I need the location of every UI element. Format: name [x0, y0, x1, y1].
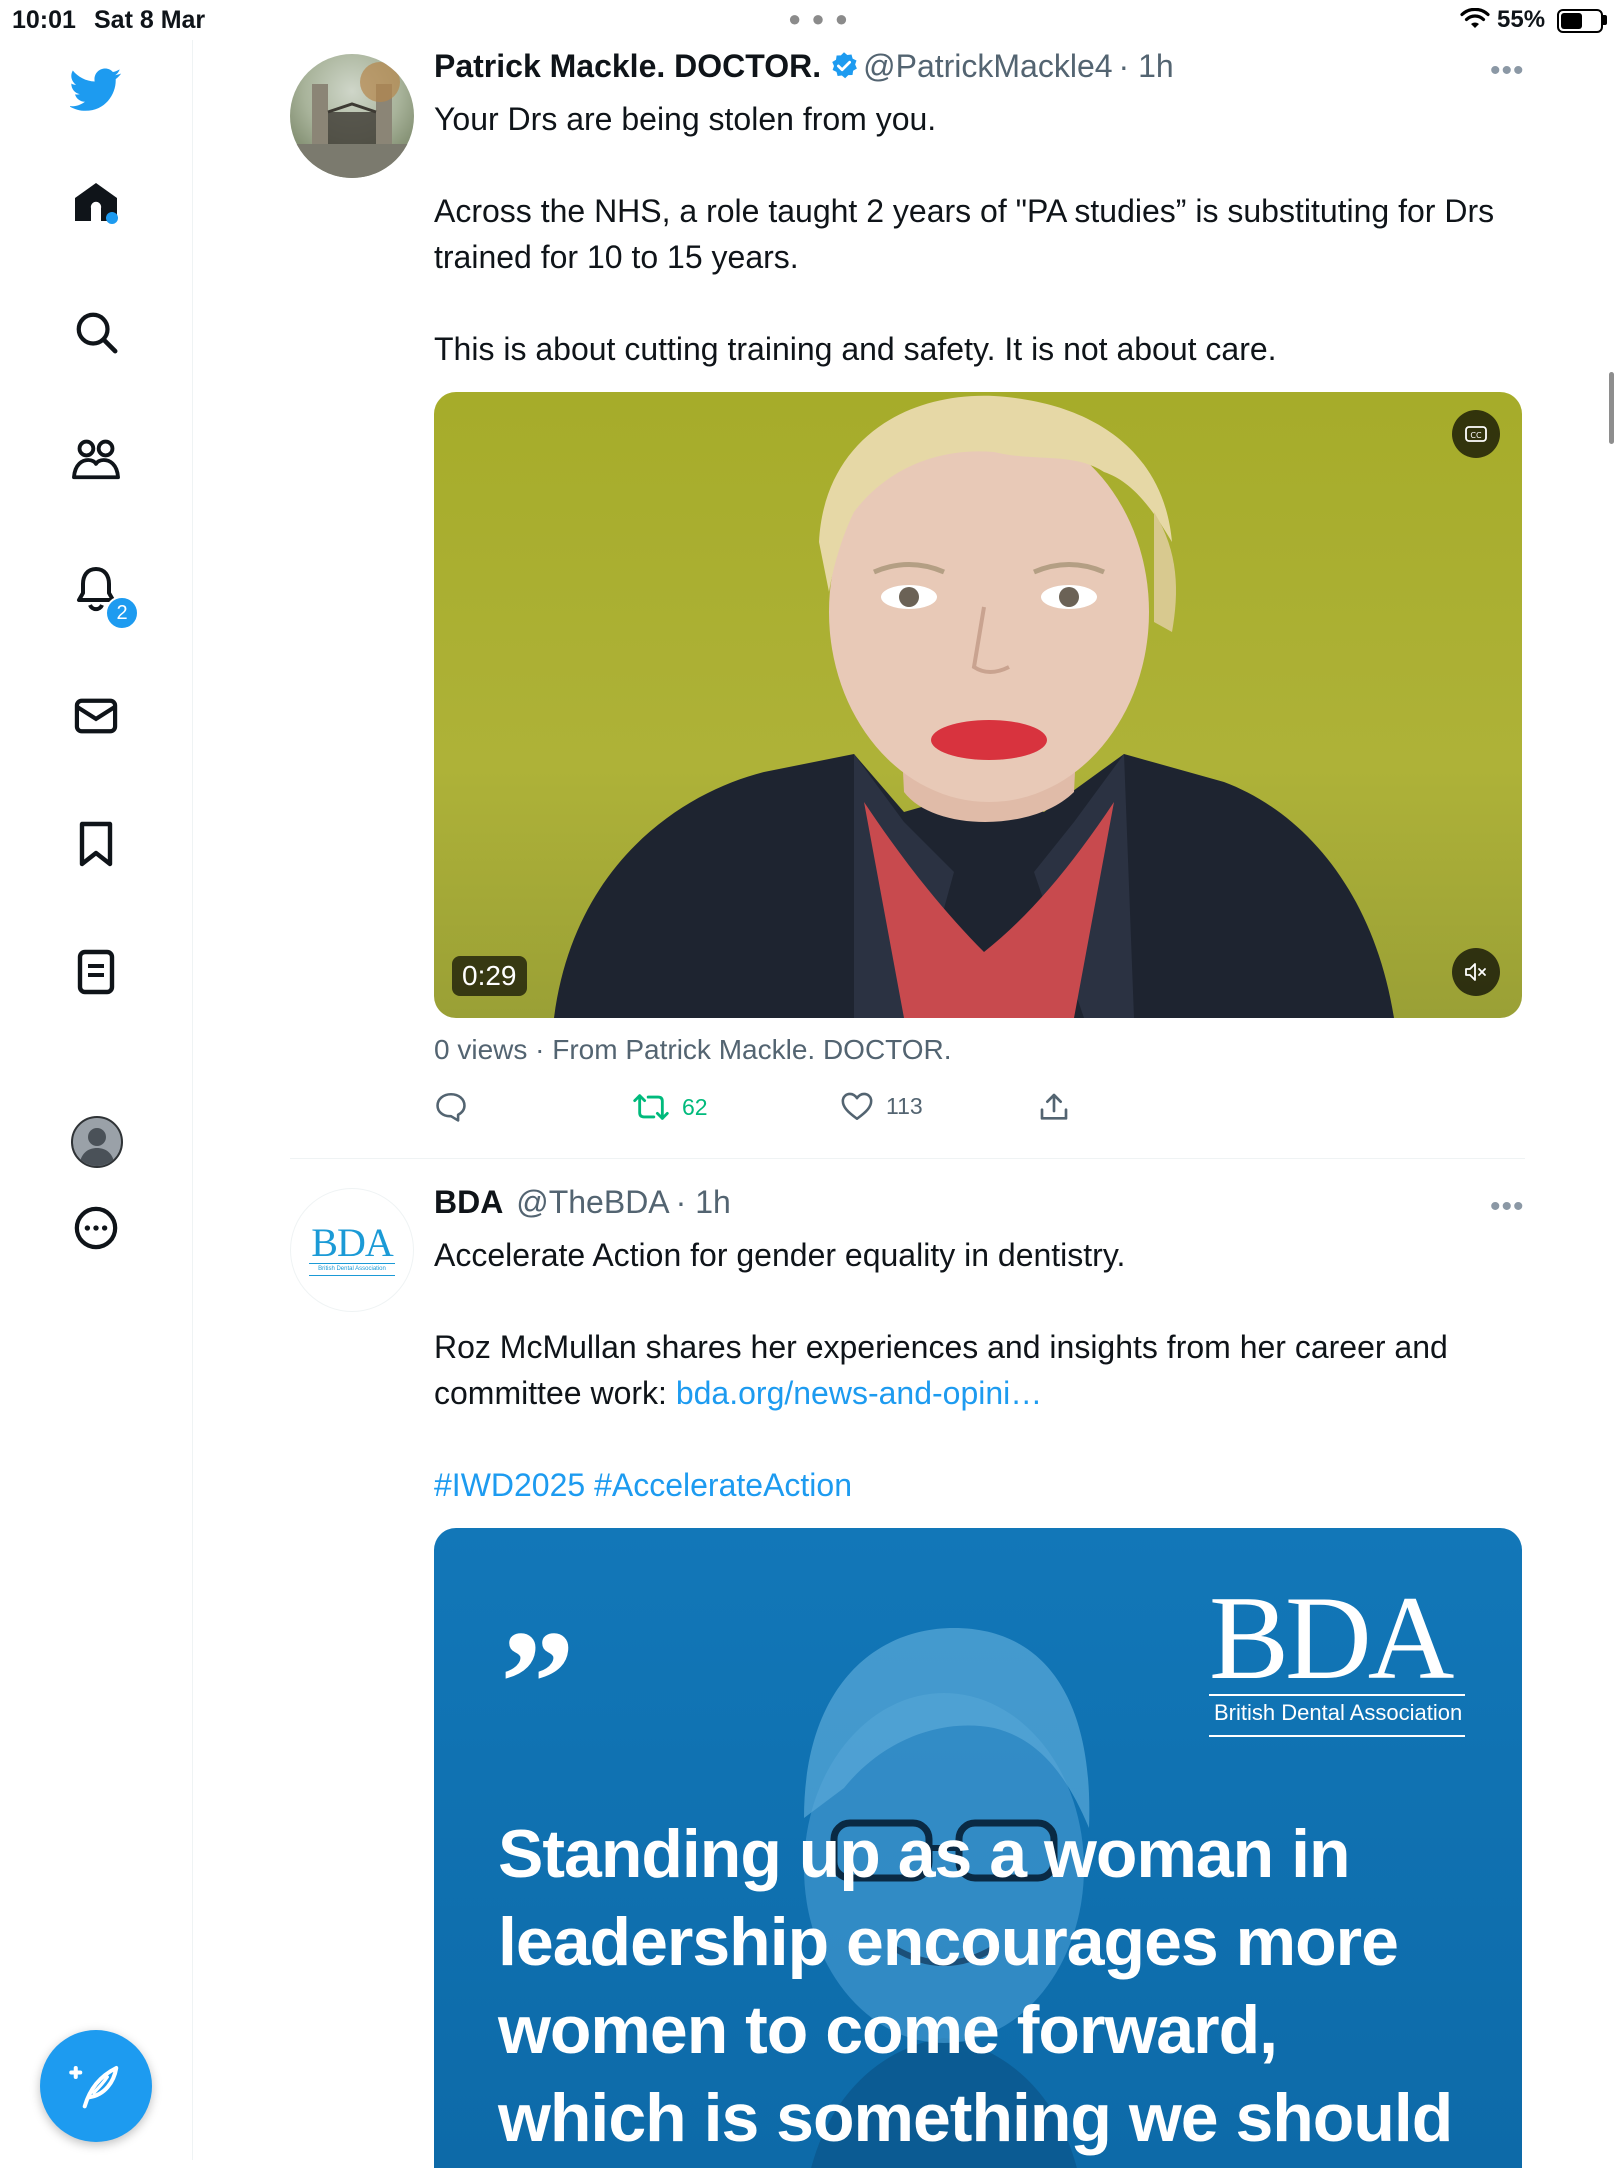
- battery-percent: 55%: [1497, 6, 1546, 33]
- communities-icon[interactable]: [66, 430, 126, 490]
- status-time: 10:01: [12, 6, 76, 34]
- like-button[interactable]: 113: [840, 1090, 923, 1122]
- tweet-link[interactable]: bda.org/news-and-opini…: [676, 1375, 1042, 1411]
- status-date: Sat 8 Mar: [94, 6, 206, 34]
- battery-fill: [1561, 13, 1582, 29]
- video-duration: 0:29: [452, 956, 527, 996]
- tweet-more-menu-icon[interactable]: •••: [1490, 1190, 1525, 1224]
- twitter-logo-icon[interactable]: [66, 60, 126, 120]
- like-count: 113: [886, 1092, 923, 1119]
- compose-tweet-button[interactable]: [40, 2030, 152, 2142]
- messages-envelope-icon[interactable]: [66, 686, 126, 746]
- status-bar: 10:01 Sat 8 Mar ● ● ● 55%: [0, 0, 1620, 40]
- bda-avatar-logo: BDA: [311, 1220, 393, 1265]
- tweet-header: Patrick Mackle. DOCTOR. @PatrickMackle4 · …: [434, 48, 1174, 89]
- compose-feather-icon: [69, 2065, 119, 2109]
- lists-icon[interactable]: [66, 942, 126, 1002]
- tweet-video-meta: 0 views · From Patrick Mackle. DOCTOR.: [434, 1034, 952, 1065]
- tweet-text-line: Accelerate Action for gender equality in…: [434, 1237, 1126, 1273]
- notifications-badge: 2: [105, 596, 139, 630]
- tweet-display-name[interactable]: Patrick Mackle. DOCTOR.: [434, 48, 821, 84]
- image-quote-text: Standing up as a woman in leadership enc…: [498, 1816, 1453, 2156]
- tweet-time[interactable]: · 1h: [1119, 48, 1174, 84]
- tweet-author-avatar[interactable]: [290, 54, 414, 178]
- profile-avatar-icon[interactable]: [71, 1116, 123, 1168]
- closed-captions-icon: CC: [1465, 426, 1487, 442]
- tweet-more-menu-icon[interactable]: •••: [1490, 54, 1525, 88]
- bookmark-icon[interactable]: [66, 814, 126, 874]
- home-icon[interactable]: [66, 172, 126, 232]
- heart-icon: [841, 1092, 873, 1121]
- bda-avatar-subtext: British Dental Association: [318, 1266, 386, 1272]
- timeline-scrollbar[interactable]: [1609, 372, 1614, 444]
- home-unread-dot: [106, 212, 118, 224]
- tweet-display-name[interactable]: BDA: [434, 1184, 503, 1220]
- tweet-handle[interactable]: @PatrickMackle4: [863, 48, 1112, 84]
- retweet-icon: [633, 1094, 669, 1120]
- tweet-image[interactable]: ” BDA British Dental Association Standin…: [434, 1528, 1522, 2168]
- tweet-body: Your Drs are being stolen from you. Acro…: [434, 96, 1524, 372]
- bda-avatar[interactable]: BDA British Dental Association: [290, 1188, 414, 1312]
- battery-tip: [1603, 15, 1607, 25]
- bda-logo: BDA: [1209, 1571, 1454, 1704]
- tweet-text-line: This is about cutting training and safet…: [434, 331, 1277, 367]
- verified-badge-icon: [829, 51, 859, 89]
- bda-logo-rule: [1209, 1694, 1465, 1696]
- multitasking-dots-icon[interactable]: ● ● ●: [788, 6, 850, 32]
- tweet-header: BDA @TheBDA · 1h: [434, 1184, 731, 1221]
- tweet-divider: [290, 1158, 1525, 1159]
- tweet-body: Accelerate Action for gender equality in…: [434, 1232, 1524, 1508]
- bda-logo-subtitle: British Dental Association: [1214, 1700, 1463, 1725]
- sidebar: 2: [0, 40, 193, 2160]
- reply-icon: [436, 1092, 466, 1122]
- retweet-count: 62: [682, 1093, 708, 1120]
- muted-speaker-icon: [1465, 963, 1486, 981]
- more-circle-icon[interactable]: [66, 1198, 126, 1258]
- battery-icon: [1557, 9, 1603, 33]
- retweet-button[interactable]: 62: [632, 1090, 708, 1124]
- svg-text:CC: CC: [1470, 431, 1482, 440]
- tweet-hashtags[interactable]: #IWD2025 #AccelerateAction: [434, 1462, 1524, 1508]
- tweet-handle[interactable]: @TheBDA: [516, 1184, 669, 1220]
- tweet-video[interactable]: 0:29 CC: [434, 392, 1522, 1018]
- tweet-text-line: Across the NHS, a role taught 2 years of…: [434, 193, 1495, 275]
- mute-button[interactable]: [1452, 948, 1500, 996]
- quote-mark: ”: [500, 1600, 575, 1766]
- share-icon: [1040, 1093, 1068, 1120]
- bda-logo-rule: [1209, 1735, 1465, 1737]
- search-icon[interactable]: [66, 302, 126, 362]
- tweet-text-line: Your Drs are being stolen from you.: [434, 101, 937, 137]
- reply-button[interactable]: [434, 1090, 468, 1124]
- closed-captions-button[interactable]: CC: [1452, 410, 1500, 458]
- share-button[interactable]: [1038, 1090, 1070, 1124]
- video-frame-image: [554, 395, 1394, 1018]
- tweet-time[interactable]: · 1h: [676, 1184, 731, 1220]
- wifi-icon: [1460, 7, 1490, 35]
- tweet-actions: 62 113: [434, 1090, 1134, 1130]
